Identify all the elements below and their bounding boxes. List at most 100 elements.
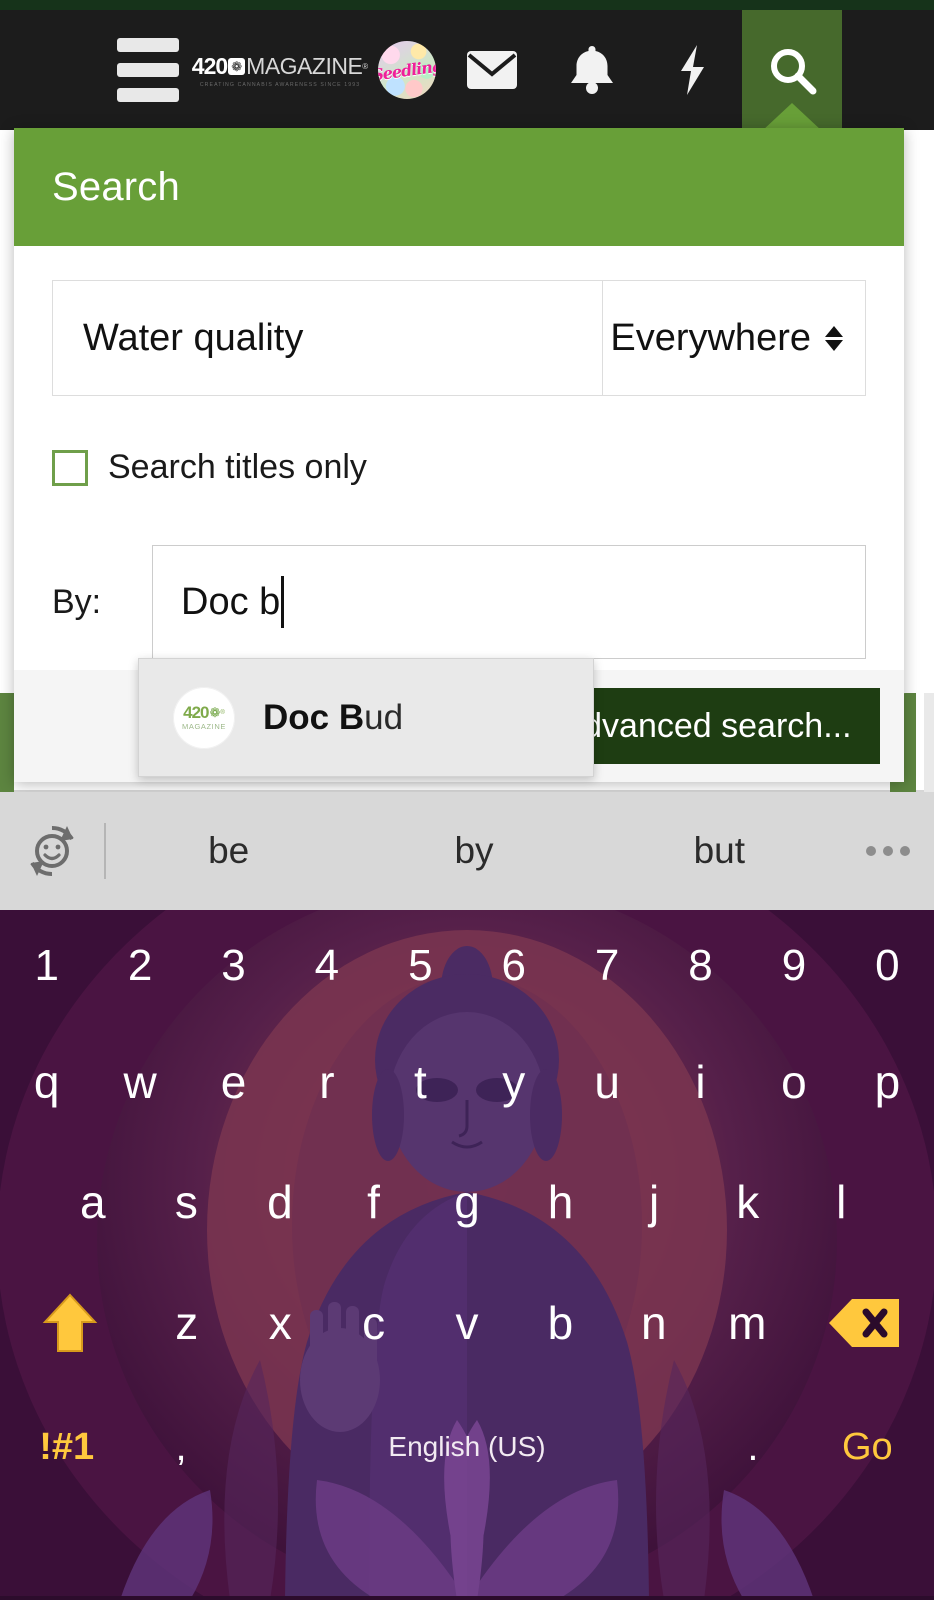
on-screen-keyboard: 1 2 3 4 5 6 7 8 9 0 q w e r t y u i o p … (0, 910, 934, 1600)
key-l[interactable]: l (795, 1179, 889, 1225)
logo-magazine-text: MAGAZINE (246, 52, 363, 79)
shift-arrow-icon[interactable] (0, 1292, 140, 1354)
key-4[interactable]: 4 (280, 944, 373, 988)
top-navigation-bar: 420 ❁ MAGAZINE ® CREATING CANNABIS AWARE… (0, 10, 934, 131)
keyword-row: Everywhere (52, 280, 866, 396)
screen: 420 ❁ MAGAZINE ® CREATING CANNABIS AWARE… (0, 0, 934, 1600)
key-v[interactable]: v (420, 1300, 513, 1346)
key-h[interactable]: h (514, 1179, 608, 1225)
key-0[interactable]: 0 (841, 944, 934, 988)
autocomplete-match-prefix: Doc B (263, 697, 365, 737)
key-i[interactable]: i (654, 1059, 747, 1105)
key-w[interactable]: w (93, 1059, 186, 1105)
site-logo[interactable]: 420 ❁ MAGAZINE ® CREATING CANNABIS AWARE… (192, 10, 368, 130)
symbols-key[interactable]: !#1 (0, 1428, 133, 1466)
chevron-updown-icon (825, 325, 843, 351)
search-icon[interactable] (742, 10, 842, 131)
key-t[interactable]: t (374, 1059, 467, 1105)
user-avatar[interactable]: Seedling (372, 10, 442, 130)
key-d[interactable]: d (233, 1179, 327, 1225)
search-scope-select[interactable]: Everywhere (602, 281, 865, 395)
search-input[interactable] (53, 281, 602, 395)
key-o[interactable]: o (747, 1059, 840, 1105)
key-p[interactable]: p (841, 1059, 934, 1105)
logo-wordmark: 420 ❁ MAGAZINE ® (192, 53, 368, 80)
backspace-icon[interactable] (794, 1296, 934, 1350)
by-label: By: (52, 582, 102, 621)
search-titles-only-checkbox[interactable] (52, 449, 88, 486)
bell-icon[interactable] (542, 10, 642, 130)
autocomplete-item-doc-bud[interactable]: Doc Bud (263, 698, 403, 738)
menu-bar-3 (117, 88, 179, 102)
search-titles-only-label: Search titles only (108, 448, 367, 486)
overflow-menu-icon[interactable] (842, 846, 934, 856)
comma-key[interactable]: , (133, 1427, 228, 1467)
ac-avatar-magazine: MAGAZINE (182, 722, 226, 731)
space-key[interactable]: English (US) (229, 1433, 706, 1461)
dialog-header: Search (14, 128, 904, 246)
menu-icon[interactable] (98, 10, 198, 130)
key-x[interactable]: x (234, 1300, 327, 1346)
member-name-value: Doc b (181, 581, 280, 624)
logo-leaf-icon: ❁ (228, 57, 246, 75)
emoji-sticker-icon[interactable] (0, 820, 104, 882)
avatar-label: Seedling (378, 55, 436, 85)
key-a[interactable]: a (46, 1179, 140, 1225)
page-title: Search (52, 164, 180, 209)
key-n[interactable]: n (607, 1300, 700, 1346)
key-7[interactable]: 7 (560, 944, 653, 988)
autocomplete-match-suffix: ud (364, 697, 404, 737)
keyboard-row-bottom-letters: z x c v b n m (0, 1262, 934, 1384)
key-b[interactable]: b (514, 1300, 607, 1346)
menu-bar-2 (117, 63, 179, 77)
key-8[interactable]: 8 (654, 944, 747, 988)
mail-icon[interactable] (442, 10, 542, 130)
enter-go-key[interactable]: Go (801, 1428, 934, 1466)
ac-avatar-reg: ® (220, 709, 225, 716)
titles-only-row[interactable]: Search titles only (52, 448, 866, 487)
key-r[interactable]: r (280, 1059, 373, 1105)
background-scrollbar[interactable] (924, 693, 934, 798)
suggestion-word-3[interactable]: but (597, 830, 842, 872)
avatar-image: Seedling (378, 41, 436, 99)
ac-avatar-leaf-icon: ❁ (209, 705, 221, 720)
keyboard-suggestion-bar: be by but (0, 792, 934, 910)
key-2[interactable]: 2 (93, 944, 186, 988)
key-c[interactable]: c (327, 1300, 420, 1346)
period-key[interactable]: . (705, 1427, 800, 1467)
keyboard-row-top: q w e r t y u i o p (0, 1022, 934, 1142)
ac-avatar-420: 420 (183, 703, 209, 722)
key-k[interactable]: k (701, 1179, 795, 1225)
key-j[interactable]: j (607, 1179, 701, 1225)
search-scope-value: Everywhere (610, 316, 811, 359)
text-cursor (281, 576, 285, 628)
logo-registered-mark: ® (362, 61, 369, 71)
key-y[interactable]: y (467, 1059, 560, 1105)
key-5[interactable]: 5 (374, 944, 467, 988)
key-g[interactable]: g (420, 1179, 514, 1225)
member-name-field[interactable]: Doc b (152, 545, 866, 659)
key-1[interactable]: 1 (0, 944, 93, 988)
search-dialog: Search Everywhere Search titles only By: (14, 128, 904, 782)
suggestion-word-1[interactable]: be (106, 830, 351, 872)
menu-bar-1 (117, 38, 179, 52)
keyboard-row-function: !#1 , English (US) . Go (0, 1384, 934, 1510)
key-3[interactable]: 3 (187, 944, 280, 988)
keyboard-rows: 1 2 3 4 5 6 7 8 9 0 q w e r t y u i o p … (0, 910, 934, 1600)
key-6[interactable]: 6 (467, 944, 560, 988)
key-e[interactable]: e (187, 1059, 280, 1105)
key-m[interactable]: m (701, 1300, 794, 1346)
search-tab-pointer (762, 103, 822, 131)
member-name-typed: Doc b (181, 580, 281, 623)
suggestion-word-2[interactable]: by (351, 830, 596, 872)
key-z[interactable]: z (140, 1300, 233, 1346)
background-accent-left (0, 693, 14, 798)
by-row: By: Doc b (52, 545, 866, 659)
key-f[interactable]: f (327, 1179, 421, 1225)
key-q[interactable]: q (0, 1059, 93, 1105)
key-u[interactable]: u (560, 1059, 653, 1105)
key-9[interactable]: 9 (747, 944, 840, 988)
key-s[interactable]: s (140, 1179, 234, 1225)
logo-420-text: 420 (191, 52, 228, 79)
bolt-icon[interactable] (642, 10, 742, 130)
